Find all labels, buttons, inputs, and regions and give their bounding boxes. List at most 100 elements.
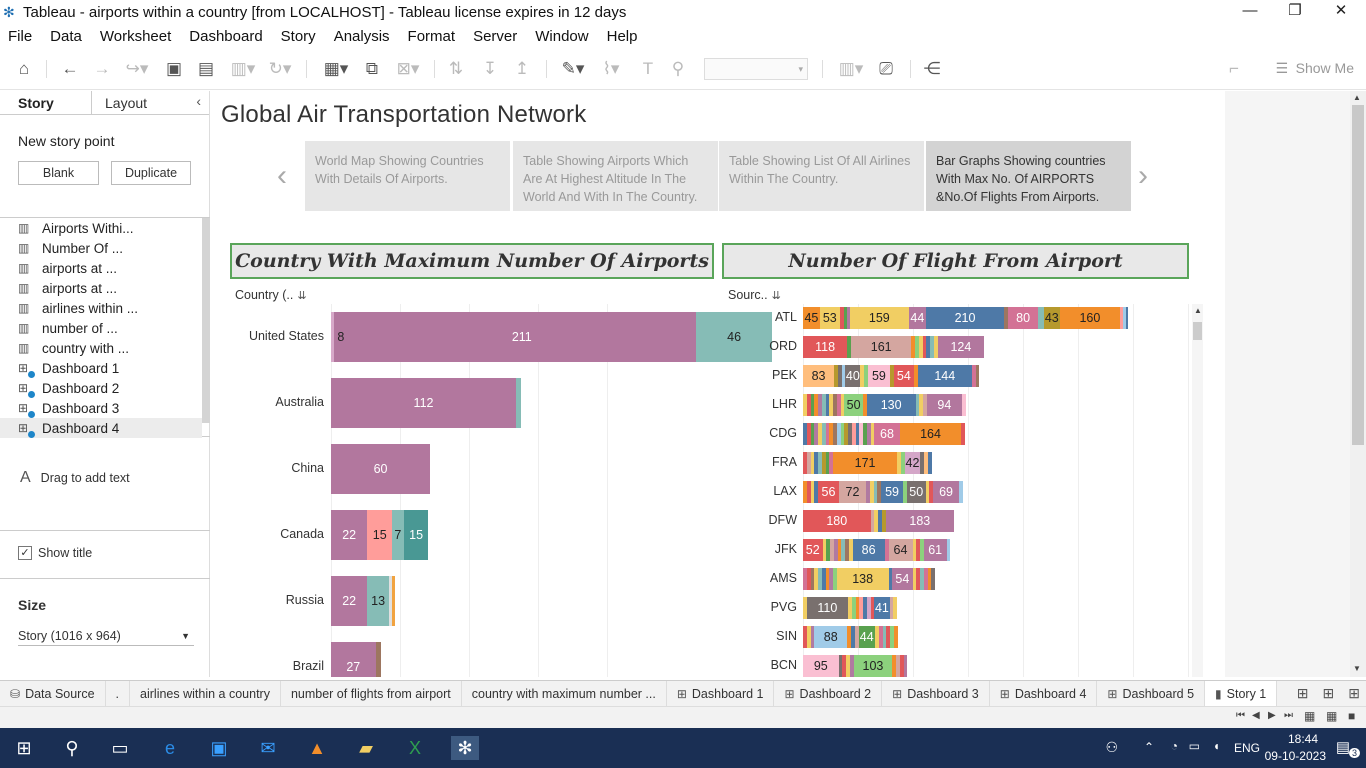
story-point-3[interactable]: Table Showing List Of All Airlines Withi…: [719, 141, 924, 211]
bar-segment[interactable]: [375, 642, 381, 677]
bar-segment[interactable]: 94: [926, 394, 962, 416]
fit-dropdown[interactable]: ▾: [704, 58, 808, 80]
bar[interactable]: 83 40 59 54 144: [803, 365, 980, 387]
prev-sheet-icon[interactable]: ◀: [1252, 710, 1260, 721]
bar-segment[interactable]: 83: [803, 365, 835, 387]
tableau-taskbar-icon[interactable]: ✻: [451, 736, 479, 760]
bar-segment[interactable]: 13: [367, 576, 389, 626]
sheet-tab[interactable]: ▮ Story 1: [1205, 680, 1278, 707]
clock-date[interactable]: 09-10-2023: [1265, 749, 1326, 763]
bar-segment[interactable]: 15: [367, 510, 393, 560]
country-column-header[interactable]: Country (.. ⇊: [235, 288, 307, 302]
bar-segment[interactable]: 95: [803, 655, 839, 677]
scroll-up-icon[interactable]: ▲: [1194, 306, 1202, 315]
show-sorter-icon[interactable]: ▦: [1326, 709, 1337, 723]
bar-segment[interactable]: [392, 576, 396, 626]
bar-segment[interactable]: [893, 597, 898, 619]
sheet-item[interactable]: ▥ airlines within ...: [18, 298, 138, 318]
sheet-item[interactable]: ⊞ Dashboard 1: [18, 358, 119, 378]
source-column-header[interactable]: Sourc.. ⇊: [728, 288, 781, 302]
bar[interactable]: 45 53 159 44 210 80 43 160: [803, 307, 1128, 329]
duplicate-button[interactable]: Duplicate: [111, 161, 191, 185]
bar-segment[interactable]: 8: [334, 312, 348, 362]
story-point-4[interactable]: Bar Graphs Showing countries With Max No…: [926, 141, 1131, 211]
vlc-icon[interactable]: ▲: [305, 736, 329, 760]
bar-segment[interactable]: 44: [858, 626, 875, 648]
label-icon[interactable]: T: [638, 59, 658, 79]
bar[interactable]: 27: [331, 642, 381, 677]
sheet-tab[interactable]: .: [106, 680, 131, 707]
sheet-item[interactable]: ⊞ Dashboard 3: [18, 398, 119, 418]
menu-format[interactable]: Format: [399, 28, 465, 45]
sort-descending-icon[interactable]: ↥: [512, 59, 532, 79]
bar[interactable]: 112: [331, 378, 521, 428]
bar-segment[interactable]: 52: [803, 539, 823, 561]
bar[interactable]: 22 13: [331, 576, 396, 626]
bar-segment[interactable]: 22: [331, 576, 368, 626]
pause-updates-icon[interactable]: ▥▾: [228, 59, 258, 79]
battery-icon[interactable]: ▭: [1189, 739, 1200, 753]
sheet-tab[interactable]: number of flights from airport: [281, 680, 462, 707]
bar-segment[interactable]: [962, 394, 966, 416]
bar-segment[interactable]: [961, 423, 965, 445]
sheet-item[interactable]: ▥ Airports Withi...: [18, 218, 134, 238]
bar-segment[interactable]: 88: [814, 626, 848, 648]
mail-icon[interactable]: ✉: [256, 736, 280, 760]
bar-segment[interactable]: 68: [874, 423, 900, 445]
scroll-up-icon[interactable]: ▲: [1353, 93, 1361, 102]
task-view-icon[interactable]: ▭: [108, 736, 132, 760]
bar-segment[interactable]: 54: [893, 365, 914, 387]
bar-segment[interactable]: 160: [1059, 307, 1120, 329]
sort-icon[interactable]: ⇊: [297, 290, 306, 302]
search-icon[interactable]: ⚲: [60, 736, 84, 760]
bar[interactable]: 8 211 46: [331, 312, 773, 362]
redo-icon[interactable]: →: [92, 59, 112, 79]
sheet-list-scrollbar[interactable]: [202, 218, 210, 423]
bar-segment[interactable]: [959, 481, 963, 503]
store-icon[interactable]: ▣: [207, 736, 231, 760]
bar-segment[interactable]: 61: [923, 539, 947, 561]
bar-segment[interactable]: 180: [803, 510, 871, 532]
bar-segment[interactable]: 110: [806, 597, 848, 619]
bar-segment[interactable]: [903, 655, 908, 677]
file-explorer-icon[interactable]: ▰: [354, 736, 378, 760]
bar-segment[interactable]: [927, 452, 932, 474]
bar-segment[interactable]: 211: [347, 312, 697, 362]
bar-segment[interactable]: 22: [331, 510, 368, 560]
menu-file[interactable]: File: [0, 28, 41, 45]
bar-segment[interactable]: 43: [1043, 307, 1060, 329]
menu-dashboard[interactable]: Dashboard: [180, 28, 271, 45]
bar-segment[interactable]: 171: [833, 452, 898, 474]
bar[interactable]: 22 15 7 15: [331, 510, 429, 560]
tab-layout[interactable]: Layout: [105, 95, 147, 111]
bar-segment[interactable]: 56: [818, 481, 839, 503]
bar-segment[interactable]: 210: [925, 307, 1005, 329]
bar-segment[interactable]: 130: [866, 394, 916, 416]
menu-help[interactable]: Help: [598, 28, 647, 45]
canvas-scrollbar[interactable]: ▲ ▼: [1350, 91, 1366, 677]
bar-segment[interactable]: 53: [819, 307, 840, 329]
bar[interactable]: 110 41: [803, 597, 898, 619]
menu-server[interactable]: Server: [464, 28, 526, 45]
sort-ascending-icon[interactable]: ↧: [480, 59, 500, 79]
bar[interactable]: 118 161 124: [803, 336, 985, 358]
bar[interactable]: 138 54: [803, 568, 935, 590]
close-button[interactable]: ✕: [1318, 0, 1364, 24]
bar[interactable]: 68 164: [803, 423, 965, 445]
duplicate-sheet-icon[interactable]: ⧉: [362, 59, 382, 79]
bar-segment[interactable]: 103: [853, 655, 893, 677]
save-icon[interactable]: ▣: [164, 59, 184, 79]
sheet-item[interactable]: ⊞ Dashboard 2: [18, 378, 119, 398]
bar[interactable]: 88 44: [803, 626, 898, 648]
sheet-item[interactable]: ⊞ Dashboard 4: [18, 418, 119, 438]
bar[interactable]: 180 183: [803, 510, 955, 532]
sheet-item[interactable]: ▥ number of ...: [18, 318, 118, 338]
sheet-tab[interactable]: ⛁ Data Source: [0, 680, 106, 707]
bar-segment[interactable]: 44: [909, 307, 926, 329]
sheet-tab[interactable]: ⊞ Dashboard 4: [990, 680, 1098, 707]
bar-segment[interactable]: 124: [937, 336, 985, 358]
sheet-item[interactable]: ▥ airports at ...: [18, 278, 117, 298]
drag-to-add-text[interactable]: A Drag to add text: [20, 469, 130, 487]
new-worksheet-icon[interactable]: ▦▾: [318, 59, 354, 79]
refresh-icon[interactable]: ↻▾: [265, 59, 295, 79]
